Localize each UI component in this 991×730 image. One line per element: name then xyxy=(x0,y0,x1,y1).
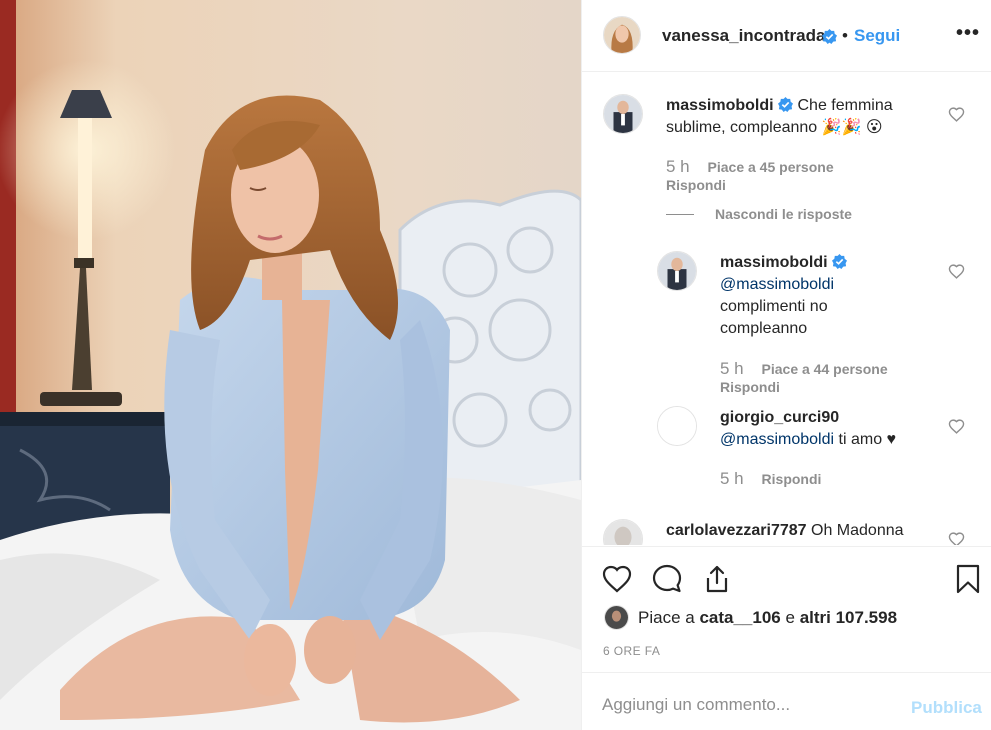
separator-dot: • xyxy=(842,26,848,45)
liker-avatar[interactable] xyxy=(604,605,629,630)
post-image xyxy=(0,0,581,730)
mention-link[interactable]: @massimoboldi xyxy=(720,276,834,293)
reply-username[interactable]: massimoboldi xyxy=(720,254,828,271)
reply-like-heart-icon[interactable] xyxy=(948,263,965,280)
liker-username[interactable]: cata__106 xyxy=(699,608,780,627)
likes-text: Piace a cata__106 e altri 107.598 xyxy=(638,608,897,628)
post-header: vanessa_incontrada • Segui ••• xyxy=(582,0,991,72)
comment-like-heart-icon[interactable] xyxy=(948,531,965,545)
follow-button[interactable]: Segui xyxy=(854,26,900,46)
verified-badge-icon xyxy=(778,97,794,112)
reply-likes[interactable]: Piace a 44 persone xyxy=(762,361,888,377)
post-timestamp[interactable]: 6 ORE FA xyxy=(603,644,660,658)
post-actions: Piace a cata__106 e altri 107.598 6 ORE … xyxy=(582,546,991,672)
reply-time: 5 h xyxy=(720,359,744,378)
likes-others[interactable]: altri 107.598 xyxy=(800,608,897,627)
hide-replies-line xyxy=(666,214,694,215)
comment-text: massimoboldi Che femmina sublime, comple… xyxy=(666,95,936,139)
comment-avatar[interactable] xyxy=(603,94,643,134)
verified-badge-icon xyxy=(832,254,848,269)
reply-body-line2: compleanno xyxy=(720,320,808,337)
author-username[interactable]: vanessa_incontrada xyxy=(662,26,825,46)
publish-button[interactable]: Pubblica xyxy=(911,698,982,718)
heart-icon[interactable] xyxy=(601,563,633,595)
post-photo[interactable] xyxy=(0,0,581,730)
reply-like-heart-icon[interactable] xyxy=(948,418,965,435)
reply-avatar[interactable] xyxy=(657,406,697,446)
reply-button[interactable]: Rispondi xyxy=(666,177,726,193)
comment-text: carlolavezzari7787 Oh Madonna xyxy=(666,520,946,542)
reply-button[interactable]: Rispondi xyxy=(762,471,822,487)
mention-link[interactable]: @massimoboldi xyxy=(720,431,834,448)
post-details-panel: vanessa_incontrada • Segui ••• massimobo… xyxy=(581,0,991,730)
comment-like-heart-icon[interactable] xyxy=(948,106,965,123)
reply-meta: 5 h Rispondi xyxy=(720,469,821,489)
verified-badge-icon xyxy=(822,29,837,44)
more-options-icon[interactable]: ••• xyxy=(956,22,980,45)
reply-text: massimoboldi @massimoboldi complimenti n… xyxy=(720,252,930,340)
add-comment-bar: Pubblica xyxy=(582,672,991,730)
comment-body: Oh Madonna xyxy=(811,522,904,539)
comment-avatar[interactable] xyxy=(603,519,643,545)
likes-prefix: Piace a xyxy=(638,608,695,627)
comment-username[interactable]: carlolavezzari7787 xyxy=(666,522,807,539)
reply-time: 5 h xyxy=(720,469,744,488)
reply-body-line1: complimenti no xyxy=(720,298,828,315)
comment-meta: 5 h Piace a 45 persone xyxy=(666,157,834,177)
bookmark-icon[interactable] xyxy=(952,563,984,595)
reply-body: ti amo ♥ xyxy=(838,431,897,448)
share-icon[interactable] xyxy=(701,563,733,595)
reply-avatar[interactable] xyxy=(657,251,697,291)
likes-conjunction: e xyxy=(785,608,795,627)
hide-replies-button[interactable]: Nascondi le risposte xyxy=(715,206,852,222)
comment-username[interactable]: massimoboldi xyxy=(666,97,774,114)
reply-text: giorgio_curci90 @massimoboldi ti amo ♥ xyxy=(720,407,940,451)
author-avatar[interactable] xyxy=(603,16,641,54)
comments-list[interactable]: massimoboldi Che femmina sublime, comple… xyxy=(582,73,991,545)
reply-username[interactable]: giorgio_curci90 xyxy=(720,409,839,426)
comment-input[interactable] xyxy=(602,695,902,715)
comment-icon[interactable] xyxy=(651,563,683,595)
reply-meta: 5 h Piace a 44 persone xyxy=(720,359,888,379)
reply-button[interactable]: Rispondi xyxy=(720,379,780,395)
comment-likes[interactable]: Piace a 45 persone xyxy=(708,159,834,175)
comment-time: 5 h xyxy=(666,157,690,176)
